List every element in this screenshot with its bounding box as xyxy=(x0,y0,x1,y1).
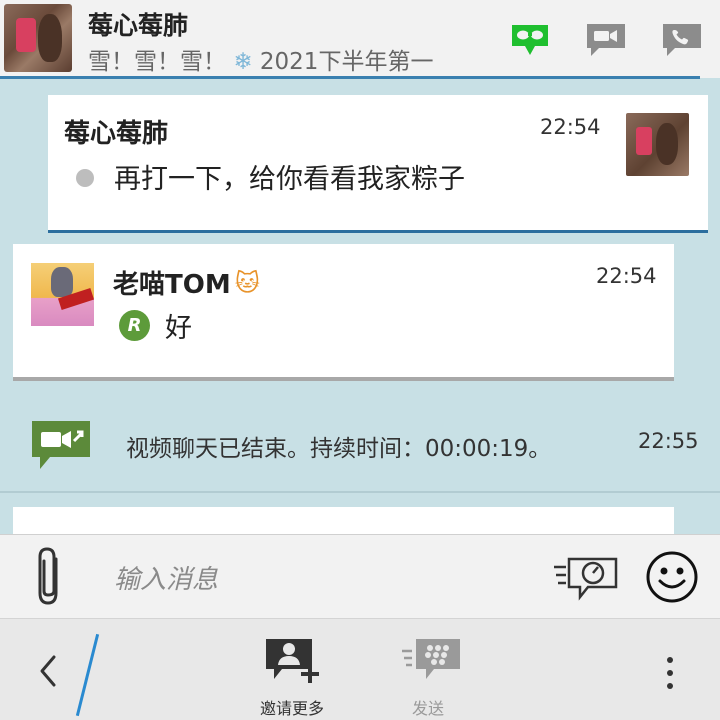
invite-more-label: 邀请更多 xyxy=(259,699,324,718)
sender-name: 老喵TOM xyxy=(113,270,231,300)
sender-avatar[interactable] xyxy=(31,263,94,326)
message-time: 22:54 xyxy=(596,264,657,288)
system-message: 视频聊天已结束。持续时间：00:00:19。 22:55 xyxy=(0,409,720,493)
message-bubble[interactable]: 老喵TOM 🐱 22:54 R 好 xyxy=(13,244,674,381)
mask-icon[interactable] xyxy=(508,20,552,60)
send-button[interactable]: 发送 xyxy=(378,633,478,718)
delivery-dot-icon xyxy=(76,169,94,187)
status-text-suffix: 2021下半年第一 xyxy=(259,49,434,75)
message-input-bar: 输入消息 xyxy=(0,534,720,618)
status-text: 雪！雪！雪！ xyxy=(88,49,226,75)
message-text: 再打一下，给你看看我家粽子 xyxy=(114,164,465,195)
read-receipt-icon: R xyxy=(119,310,150,341)
contact-avatar[interactable] xyxy=(4,4,72,72)
message-time: 22:54 xyxy=(540,115,601,139)
chat-area[interactable]: 莓心莓肺 22:54 再打一下，给你看看我家粽子 老喵TOM 🐱 22:54 R… xyxy=(0,79,720,534)
paperclip-icon[interactable] xyxy=(30,545,70,609)
system-message-text: 视频聊天已结束。持续时间：00:00:19。 xyxy=(126,436,552,462)
snowflake-icon: ❄ xyxy=(233,49,253,75)
add-contact-icon xyxy=(266,639,319,683)
bbm-send-icon xyxy=(402,639,460,679)
sender-avatar[interactable] xyxy=(626,113,689,176)
message-sender: 老喵TOM 🐱 xyxy=(113,264,260,301)
system-message-time: 22:55 xyxy=(638,429,699,453)
bottom-action-bar: 邀请更多 发送 xyxy=(0,618,720,720)
timed-message-icon[interactable] xyxy=(552,553,620,603)
send-label: 发送 xyxy=(411,699,444,718)
more-options-icon[interactable] xyxy=(660,655,680,691)
back-arrow-icon[interactable] xyxy=(32,649,62,693)
message-bubble-partial[interactable] xyxy=(13,507,674,534)
contact-status: 雪！雪！雪！ ❄ 2021下半年第一 xyxy=(88,42,480,76)
message-input[interactable]: 输入消息 xyxy=(114,559,218,596)
cat-emoji-icon: 🐱 xyxy=(234,268,260,297)
video-call-icon[interactable] xyxy=(584,20,628,60)
contact-name[interactable]: 莓心莓肺 xyxy=(88,6,188,42)
message-text: 好 xyxy=(165,313,192,344)
chat-header: 莓心莓肺 雪！雪！雪！ ❄ 2021下半年第一 xyxy=(0,0,720,78)
emoji-icon[interactable] xyxy=(644,549,700,605)
invite-more-button[interactable]: 邀请更多 xyxy=(242,633,342,718)
message-sender: 莓心莓肺 xyxy=(64,119,169,149)
phone-call-icon[interactable] xyxy=(660,20,704,60)
divider-slash xyxy=(75,633,100,717)
message-bubble-incoming[interactable]: 莓心莓肺 22:54 再打一下，给你看看我家粽子 xyxy=(48,95,708,233)
video-ended-icon xyxy=(32,421,90,469)
